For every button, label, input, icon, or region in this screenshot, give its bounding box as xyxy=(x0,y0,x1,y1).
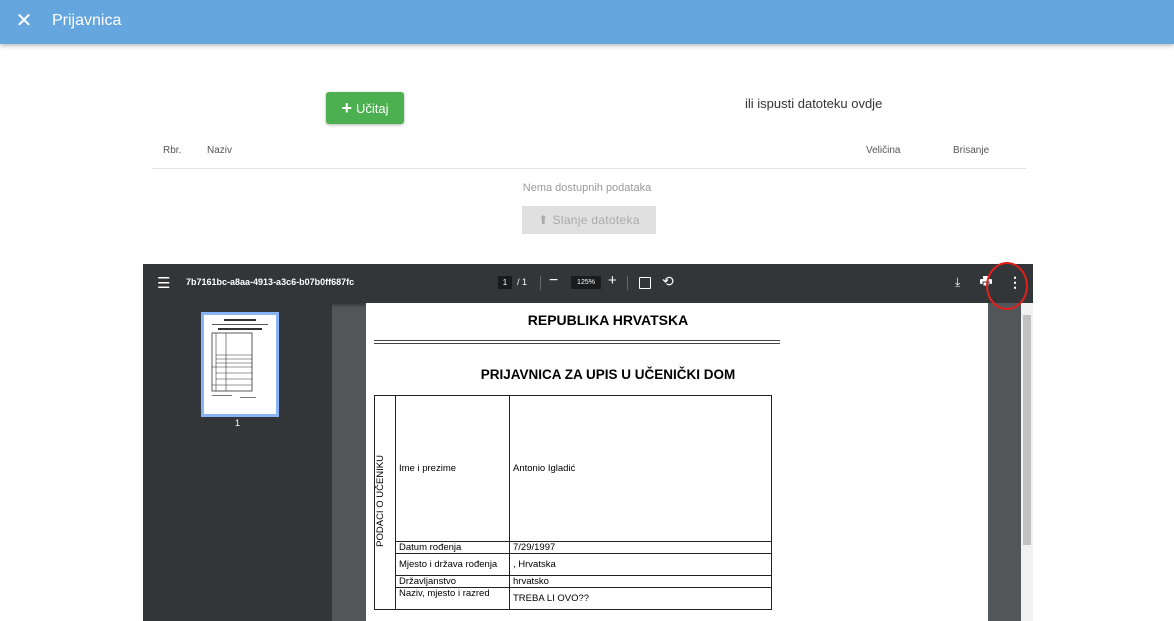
viewer-scrollbar[interactable] xyxy=(1021,303,1033,621)
menu-icon[interactable]: ☰ xyxy=(157,274,170,292)
field-label: Mjesto i država rođenja xyxy=(395,553,510,576)
upload-button[interactable]: + Učitaj xyxy=(326,92,404,124)
scrollbar-thumb[interactable] xyxy=(1023,315,1031,545)
pdf-filename: 7b7161bc-a8aa-4913-a3c6-b07b0ff687fc xyxy=(186,277,355,287)
upload-button-label: Učitaj xyxy=(356,100,389,116)
field-value: TREBA LI OVO?? xyxy=(509,587,772,610)
pdf-toolbar: ☰ 7b7161bc-a8aa-4913-a3c6-b07b0ff687fc 1… xyxy=(143,264,1033,303)
thumbnail-sidebar: 1 xyxy=(143,303,332,621)
document-title: REPUBLIKA HRVATSKA xyxy=(527,312,689,328)
table-row: Državljanstvo hrvatsko xyxy=(375,575,772,588)
column-velicina: Veličina xyxy=(866,145,901,156)
close-icon[interactable]: ✕ xyxy=(12,9,36,33)
title-rule xyxy=(374,343,780,344)
table-row: Mjesto i država rođenja , Hrvatska xyxy=(375,553,772,576)
pdf-page: REPUBLIKA HRVATSKA PRIJAVNICA ZA UPIS U … xyxy=(366,303,988,621)
plus-icon: + xyxy=(341,98,352,118)
empty-table-text: Nema dostupnih podataka xyxy=(522,182,652,194)
drop-zone-text[interactable]: ili ispusti datoteku ovdje xyxy=(745,96,882,111)
page-title: Prijavnica xyxy=(52,12,122,29)
student-data-table: PODACI O UČENIKU Ime i prezime Antonio I… xyxy=(374,395,772,610)
rotate-icon[interactable]: ⟲ xyxy=(662,273,674,290)
send-files-label: Slanje datoteka xyxy=(552,213,640,227)
field-label: Ime i prezime xyxy=(395,395,510,542)
field-value: hrvatsko xyxy=(509,575,772,588)
column-naziv: Naziv xyxy=(207,145,233,156)
fit-page-icon[interactable] xyxy=(639,277,651,289)
field-value: , Hrvatska xyxy=(509,553,772,576)
toolbar-divider xyxy=(627,276,628,290)
page-gutter xyxy=(988,303,1021,621)
zoom-in-icon[interactable]: + xyxy=(608,272,617,289)
section-label: PODACI O UČENIKU xyxy=(375,455,386,547)
title-rule xyxy=(374,340,780,341)
zoom-out-icon[interactable]: − xyxy=(549,272,558,290)
field-value: 7/29/1997 xyxy=(509,541,772,554)
table-row: Naziv, mjesto i razred TREBA LI OVO?? xyxy=(375,587,772,610)
more-icon[interactable]: ⋮ xyxy=(1008,274,1022,291)
app-header: ✕ Prijavnica xyxy=(0,0,1174,44)
send-files-button[interactable]: ⬆ Slanje datoteka xyxy=(522,206,656,234)
pdf-viewer: ☰ 7b7161bc-a8aa-4913-a3c6-b07b0ff687fc 1… xyxy=(143,264,1033,621)
file-table-header: Rbr. Naziv Veličina Brisanje xyxy=(152,140,1026,169)
page-number-input[interactable]: 1 xyxy=(498,276,512,289)
field-value: Antonio Igladić xyxy=(509,395,772,542)
print-icon[interactable] xyxy=(980,276,992,286)
table-row: Datum rođenja 7/29/1997 xyxy=(375,541,772,554)
upload-icon: ⬆ xyxy=(538,213,549,227)
column-rbr: Rbr. xyxy=(163,145,182,156)
download-icon[interactable]: ⤓ xyxy=(955,275,960,290)
field-label: Naziv, mjesto i razred xyxy=(395,587,510,610)
thumbnail-preview xyxy=(211,319,268,398)
toolbar-divider xyxy=(540,276,541,290)
column-brisanje: Brisanje xyxy=(953,145,990,156)
thumbnail-page-number: 1 xyxy=(234,418,240,428)
field-label: Državljanstvo xyxy=(395,575,510,588)
form-title: PRIJAVNICA ZA UPIS U UČENIČKI DOM xyxy=(480,367,736,382)
page-thumbnail[interactable] xyxy=(201,312,279,417)
page-total: / 1 xyxy=(517,277,528,287)
field-label: Datum rođenja xyxy=(395,541,510,554)
zoom-level-input[interactable]: 125% xyxy=(571,276,601,289)
table-row: PODACI O UČENIKU Ime i prezime Antonio I… xyxy=(374,395,772,610)
section-label-cell: PODACI O UČENIKU xyxy=(374,395,396,610)
